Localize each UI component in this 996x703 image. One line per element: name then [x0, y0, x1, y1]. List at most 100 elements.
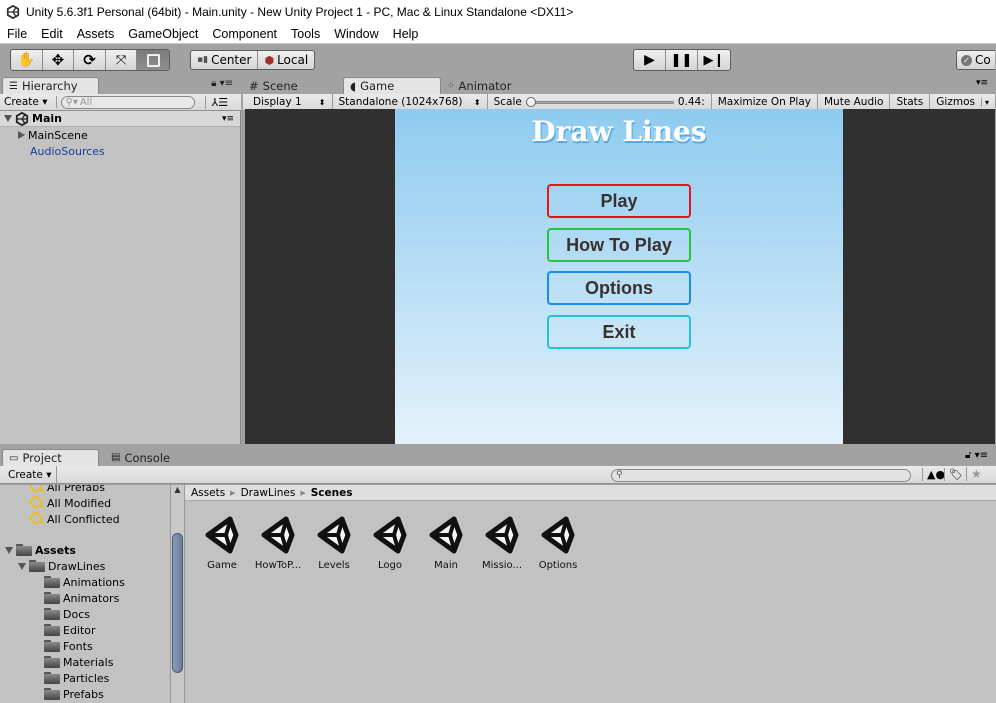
scene-asset[interactable]: HowToP...: [250, 513, 306, 571]
game-how-to-play-button[interactable]: How To Play: [547, 228, 691, 262]
pause-button[interactable]: ❚❚: [666, 50, 698, 70]
tab-hierarchy[interactable]: ☰ Hierarchy: [2, 77, 99, 94]
game-panel: # Scene ◖ Game ⁘ Animator ▾≡ Display 1 ⬍ Sta…: [243, 76, 996, 444]
menu-edit[interactable]: Edit: [41, 27, 63, 41]
filter-by-type-icon[interactable]: ▲●: [922, 468, 945, 481]
expand-arrow-icon[interactable]: [5, 546, 13, 554]
search-favorite-icon: [30, 496, 44, 510]
assets-root[interactable]: Assets: [0, 542, 170, 558]
scene-menu-icon[interactable]: ▾≡: [222, 114, 234, 124]
scrollbar-thumb[interactable]: [172, 533, 183, 673]
scale-icon: ⤧: [115, 52, 127, 68]
move-tool-button[interactable]: ✥: [43, 50, 75, 70]
scroll-up-arrow-icon[interactable]: ▲: [171, 485, 184, 497]
rect-tool-button[interactable]: [137, 50, 169, 70]
hierarchy-search-input[interactable]: ⚲▾ All: [60, 95, 195, 109]
transform-tools: ✋ ✥ ⟳ ⤧: [10, 49, 170, 71]
display-dropdown[interactable]: Display 1 ⬍: [247, 93, 333, 111]
scene-asset[interactable]: Options: [530, 513, 586, 571]
hierarchy-create-button[interactable]: Create ▾: [4, 96, 57, 108]
menu-window[interactable]: Window: [334, 27, 378, 41]
scale-slider[interactable]: [525, 97, 674, 107]
folder-item[interactable]: Editor: [0, 622, 170, 638]
tab-project[interactable]: ▭ Project: [2, 449, 99, 466]
search-favorite-icon: [30, 485, 44, 494]
folder-item[interactable]: Particles: [0, 670, 170, 686]
game-exit-button[interactable]: Exit: [547, 315, 691, 349]
scale-tool-button[interactable]: ⤧: [106, 50, 138, 70]
grid-icon: #: [249, 78, 259, 93]
folder-item[interactable]: Prefabs: [0, 686, 170, 702]
menu-file[interactable]: File: [7, 27, 27, 41]
expand-arrow-icon[interactable]: [18, 562, 26, 570]
favorite-star-icon[interactable]: ★: [966, 467, 982, 481]
scale-slider-thumb[interactable]: [525, 97, 536, 107]
hierarchy-item[interactable]: MainScene: [0, 127, 240, 143]
scene-asset[interactable]: Levels: [306, 513, 362, 571]
tab-scene[interactable]: # Scene: [243, 77, 343, 94]
gizmos-dropdown[interactable]: Gizmos ▾: [930, 93, 996, 111]
step-icon: ▶❙: [703, 52, 725, 68]
pivot-local-button[interactable]: ⬢ Local: [258, 51, 314, 69]
filter-by-label-icon[interactable]: 🏷︎: [944, 468, 963, 481]
step-button[interactable]: ▶❙: [698, 50, 730, 70]
pivot-center-button[interactable]: ▪▮ Center: [191, 51, 259, 69]
maximize-on-play-toggle[interactable]: Maximize On Play: [712, 93, 818, 111]
unity-scene-icon: [485, 516, 519, 554]
resolution-dropdown[interactable]: Standalone (1024x768) ⬍: [333, 93, 488, 111]
hand-tool-button[interactable]: ✋: [11, 50, 43, 70]
folder-icon: [44, 624, 60, 636]
folder-item[interactable]: Fonts: [0, 638, 170, 654]
folder-item[interactable]: Animators: [0, 590, 170, 606]
game-play-button[interactable]: Play: [547, 184, 691, 218]
favorite-item[interactable]: All Modified: [0, 495, 170, 511]
tab-console[interactable]: ▤ Console: [105, 449, 205, 466]
rotate-tool-button[interactable]: ⟳: [74, 50, 106, 70]
mute-audio-toggle[interactable]: Mute Audio: [818, 93, 891, 111]
panel-menu-icon[interactable]: ▾≡: [976, 78, 988, 88]
scene-asset[interactable]: Missio...: [474, 513, 530, 571]
menu-tools[interactable]: Tools: [291, 27, 320, 41]
project-tree-scrollbar[interactable]: ▲: [170, 485, 184, 703]
menu-component[interactable]: Component: [212, 27, 277, 41]
unity-scene-icon: [373, 516, 407, 554]
stats-toggle[interactable]: Stats: [890, 93, 931, 111]
breadcrumb-assets[interactable]: Assets: [191, 487, 225, 499]
favorite-item[interactable]: All Prefabs: [0, 485, 170, 495]
scene-filter-icon[interactable]: ⅄☰: [204, 95, 228, 109]
rect-icon: [146, 53, 160, 67]
project-create-button[interactable]: Create ▾: [4, 466, 57, 483]
scene-asset[interactable]: Logo: [362, 513, 418, 571]
menu-bar: File Edit Assets GameObject Component To…: [0, 24, 996, 43]
menu-help[interactable]: Help: [393, 27, 419, 41]
scene-header[interactable]: Main ▾≡: [0, 111, 240, 127]
project-search-input[interactable]: ⚲: [611, 469, 911, 482]
folder-drawlines[interactable]: DrawLines: [0, 558, 170, 574]
tab-animator[interactable]: ⁘ Animator: [441, 77, 541, 94]
menu-gameobject[interactable]: GameObject: [128, 27, 198, 41]
collapse-arrow-icon[interactable]: [18, 131, 25, 139]
folder-item[interactable]: Materials: [0, 654, 170, 670]
lock-icon[interactable]: 🔒︎ ▾≡: [211, 78, 233, 89]
menu-assets[interactable]: Assets: [77, 27, 115, 41]
game-options-button[interactable]: Options: [547, 271, 691, 305]
breadcrumb-drawlines[interactable]: DrawLines: [241, 487, 296, 499]
expand-arrow-icon[interactable]: [4, 115, 12, 122]
search-favorite-icon: [30, 512, 44, 526]
project-lock-icon[interactable]: 🔓︎ ▾≡: [965, 450, 988, 461]
scene-asset-label: Options: [538, 560, 578, 571]
folder-item[interactable]: Animations: [0, 574, 170, 590]
collab-button[interactable]: ✓ Co: [956, 50, 995, 70]
folder-item[interactable]: Docs: [0, 606, 170, 622]
tab-game[interactable]: ◖ Game: [343, 77, 441, 94]
pacman-icon: ◖: [350, 79, 357, 93]
favorite-item[interactable]: All Conflicted: [0, 511, 170, 527]
folder-icon: [44, 592, 60, 604]
breadcrumb-scenes[interactable]: Scenes: [311, 487, 353, 499]
local-cube-icon: ⬢: [264, 53, 275, 67]
play-button[interactable]: ▶: [634, 50, 666, 70]
scene-asset-label: HowToP...: [254, 560, 302, 571]
hierarchy-item[interactable]: AudioSources: [0, 143, 240, 159]
scene-asset[interactable]: Main: [418, 513, 474, 571]
scene-asset[interactable]: Game: [194, 513, 250, 571]
